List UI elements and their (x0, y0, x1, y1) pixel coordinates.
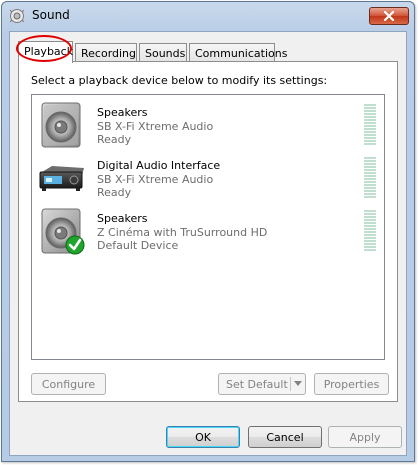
digital-audio-interface-icon (39, 166, 84, 191)
volume-level-meter (364, 157, 376, 199)
tab-communications[interactable]: Communications (189, 43, 287, 62)
close-icon (383, 11, 395, 21)
device-row-digital-audio-interface[interactable]: Digital Audio Interface SB X-Fi Xtreme A… (32, 152, 384, 204)
button-label: Set Default (226, 377, 288, 391)
device-list[interactable]: Speakers SB X-Fi Xtreme Audio Ready Digi… (31, 94, 385, 360)
speaker-icon (41, 102, 81, 148)
device-row-speakers[interactable]: Speakers SB X-Fi Xtreme Audio Ready (32, 99, 384, 151)
close-button[interactable] (369, 7, 409, 25)
device-description: Z Cinéma with TruSurround HD (97, 226, 268, 239)
sound-dialog: Sound Playback Recording Sounds Communic… (1, 1, 415, 462)
device-row-speakers-default[interactable]: Speakers Z Cinéma with TruSurround HD De… (32, 205, 384, 257)
playback-panel: Select a playback device below to modify… (18, 61, 398, 402)
device-status: Ready (97, 186, 132, 199)
button-label: Configure (41, 377, 96, 391)
tab-label: Recording (81, 47, 137, 60)
split-divider (290, 377, 291, 391)
cancel-button[interactable]: Cancel (248, 426, 322, 448)
button-label: Properties (323, 377, 380, 391)
default-device-check-icon (65, 235, 85, 255)
button-label: Apply (349, 430, 381, 444)
tab-playback[interactable]: Playback (18, 41, 73, 63)
instruction-text: Select a playback device below to modify… (31, 74, 328, 87)
tab-recording[interactable]: Recording (75, 43, 137, 62)
ok-button[interactable]: OK (166, 426, 240, 448)
apply-button[interactable]: Apply (328, 426, 402, 448)
volume-level-meter (364, 210, 376, 252)
set-default-split-button[interactable]: Set Default (218, 373, 306, 395)
speaker-icon (41, 208, 85, 255)
device-description: SB X-Fi Xtreme Audio (97, 173, 214, 186)
button-label: OK (195, 430, 211, 444)
dialog-body: Playback Recording Sounds Communications… (9, 31, 407, 456)
button-label: Cancel (266, 430, 304, 444)
device-status: Default Device (97, 239, 179, 252)
configure-button[interactable]: Configure (31, 373, 106, 395)
properties-button[interactable]: Properties (314, 373, 389, 395)
title-bar[interactable]: Sound (2, 2, 414, 30)
tab-label: Communications (195, 47, 288, 60)
device-name: Digital Audio Interface (97, 159, 221, 172)
dropdown-arrow-icon[interactable] (294, 381, 302, 386)
sound-app-icon (9, 9, 25, 23)
tab-sounds[interactable]: Sounds (139, 43, 187, 62)
device-name: Speakers (97, 212, 148, 225)
volume-level-meter (364, 104, 376, 146)
device-status: Ready (97, 133, 132, 146)
device-description: SB X-Fi Xtreme Audio (97, 120, 214, 133)
window-title: Sound (32, 8, 70, 22)
tab-label: Playback (24, 45, 74, 58)
tab-label: Sounds (145, 47, 186, 60)
device-name: Speakers (97, 106, 148, 119)
